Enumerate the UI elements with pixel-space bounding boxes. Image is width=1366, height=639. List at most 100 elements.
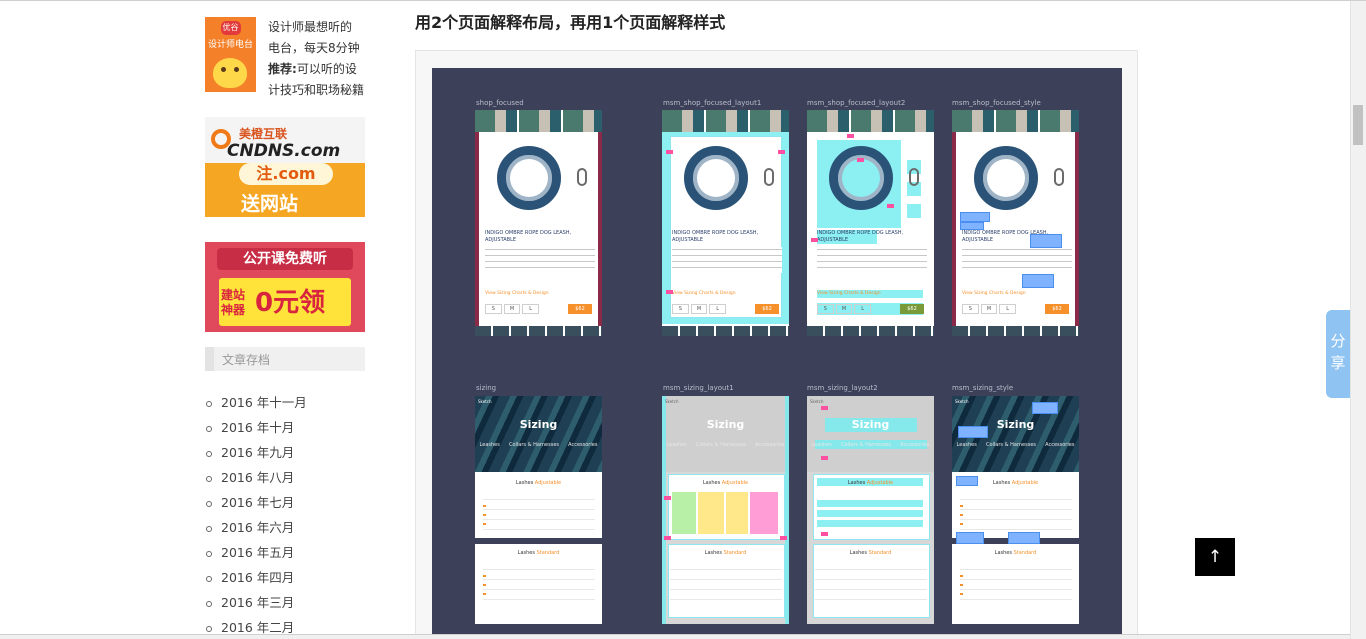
style-annotation	[956, 476, 978, 486]
size-table	[670, 560, 782, 604]
radio-line-2: 电台，每天8分钟	[268, 41, 360, 55]
product-title: INDIGO OMBRE ROPE DOG LEASH, ADJUSTABLE	[672, 230, 759, 243]
vertical-scrollbar[interactable]	[1350, 1, 1366, 639]
row-overlay	[817, 500, 923, 507]
sizing-style-screen: Sketch Sizing Leashes Collars & Harnesse…	[952, 396, 1079, 624]
column-overlay	[726, 492, 748, 534]
size-option: M	[835, 304, 853, 314]
section-tag: Standard	[868, 550, 892, 556]
size-options: S M L	[672, 304, 727, 314]
size-option: L	[709, 304, 727, 314]
radio-promo[interactable]: 优谷 设计师电台 设计师最想听的 电台，每天8分钟 推荐:可以听的设 计技巧和职…	[205, 17, 367, 97]
archive-link[interactable]: 2016 年九月	[205, 442, 307, 467]
spacing-marker	[778, 150, 785, 154]
archive-link[interactable]: 2016 年八月	[205, 467, 307, 492]
archive-link[interactable]: 2016 年十一月	[205, 392, 307, 417]
cndns-brand: 美橙互联	[239, 127, 288, 141]
phone-status: Sketch	[955, 399, 969, 404]
archive-link[interactable]: 2016 年四月	[205, 567, 307, 592]
rope-photo-strip	[952, 110, 1079, 132]
product-description	[672, 247, 782, 273]
section-prefix: Lashes	[517, 550, 535, 556]
figure-label: msm_sizing_layout2	[807, 384, 878, 392]
style-annotation	[960, 222, 984, 230]
size-option: M	[503, 304, 521, 314]
cndns-domain: CNDNS.com	[227, 141, 341, 161]
size-option: M	[690, 304, 708, 314]
cndns-ad-banner[interactable]: 美橙互联 CNDNS.com 注.com 送网站	[205, 117, 365, 217]
sizing-header-image	[475, 396, 602, 472]
phone-tab: Leashes	[479, 442, 500, 448]
leash-icon	[684, 146, 748, 210]
spacing-marker	[664, 536, 671, 540]
section-divider	[475, 538, 602, 544]
leash-icon	[974, 146, 1038, 210]
style-annotation	[1022, 274, 1054, 288]
product-description	[817, 247, 927, 273]
section-tag: Standard	[723, 550, 747, 556]
phone-title: Sizing	[706, 418, 745, 431]
figure-label: msm_shop_focused_layout2	[807, 99, 906, 107]
size-chart-link: View Sizing Charts & Design	[962, 291, 1026, 296]
size-table	[960, 560, 1072, 604]
size-markers	[483, 575, 486, 595]
share-label-1: 分	[1330, 332, 1346, 350]
phone-tabs: Leashes Collars & Harnesses Accessories	[952, 442, 1079, 448]
archive-link[interactable]: 2016 年五月	[205, 542, 307, 567]
product-image	[958, 136, 1074, 222]
section-standard: Lashes Standard	[662, 550, 789, 556]
archive-link[interactable]: 2016 年三月	[205, 592, 307, 617]
bottom-photo-strip	[952, 326, 1079, 336]
back-to-top-button[interactable]: ↑	[1195, 538, 1235, 576]
radio-thumbnail[interactable]: 优谷 设计师电台	[205, 17, 256, 92]
archive-widget-title: 文章存档	[205, 347, 365, 371]
share-tab[interactable]: 分 享	[1326, 310, 1350, 398]
radio-description[interactable]: 设计师最想听的 电台，每天8分钟 推荐:可以听的设 计技巧和职场秘籍	[268, 17, 368, 101]
product-image	[481, 136, 597, 222]
radio-logo: 优谷	[220, 21, 241, 35]
archive-link[interactable]: 2016 年六月	[205, 517, 307, 542]
phone-title: Sizing	[851, 418, 890, 431]
column-overlay	[672, 492, 696, 534]
chick-mascot-icon	[213, 58, 247, 88]
spacing-marker	[821, 456, 828, 460]
archive-link[interactable]: 2016 年十月	[205, 417, 307, 442]
spacing-marker	[666, 150, 673, 154]
scrollbar-thumb[interactable]	[1353, 105, 1363, 145]
leash-icon	[829, 146, 893, 210]
rope-photo-strip	[662, 110, 789, 132]
shop-style-screen: INDIGO OMBRE ROPE DOG LEASH, ADJUSTABLE …	[952, 110, 1079, 336]
section-tag: Adjustable	[1011, 480, 1039, 486]
section-prefix: Lashes	[849, 550, 867, 556]
article-figure: shop_focused msm_shop_focused_layout1 ms…	[432, 68, 1122, 639]
spacing-marker	[857, 158, 864, 162]
phone-status: Sketch	[478, 399, 492, 404]
section-prefix: Lashes	[992, 480, 1011, 486]
recommend-label: 推荐:	[268, 62, 297, 76]
size-markers	[960, 575, 963, 595]
bottom-photo-strip	[475, 326, 602, 336]
section-adjustable: Lashes Adjustable	[475, 480, 602, 486]
section-adjustable: Lashes Adjustable	[807, 480, 934, 486]
size-option: L	[999, 304, 1017, 314]
shop-layout1-screen: INDIGO OMBRE ROPE DOG LEASH, ADJUSTABLE …	[662, 110, 789, 336]
size-option: L	[854, 304, 872, 314]
price-tag: $62	[900, 304, 924, 314]
section-tag: Standard	[536, 550, 560, 556]
bottom-photo-strip	[662, 326, 789, 336]
price-tag: $62	[1045, 304, 1069, 314]
style-annotation	[1008, 532, 1040, 544]
sizing-layout1-screen: Sketch Sizing Leashes Collars & Harnesse…	[662, 396, 789, 624]
section-prefix: Lashes	[704, 550, 722, 556]
spacing-marker	[821, 532, 828, 536]
sizing-screen: Sketch Sizing Leashes Collars & Harnesse…	[475, 396, 602, 624]
spacing-marker	[666, 290, 673, 294]
phone-tab: Collars & Harnesses	[695, 442, 747, 448]
rope-photo-strip	[807, 110, 934, 132]
style-annotation	[956, 532, 984, 544]
clip-icon	[909, 168, 919, 186]
spacing-marker	[811, 238, 818, 242]
archive-link[interactable]: 2016 年七月	[205, 492, 307, 517]
course-ad-banner[interactable]: 公开课免费听 建站神器 0元领	[205, 242, 365, 332]
article-heading: 用2个页面解释布局，再用1个页面解释样式	[415, 13, 726, 32]
